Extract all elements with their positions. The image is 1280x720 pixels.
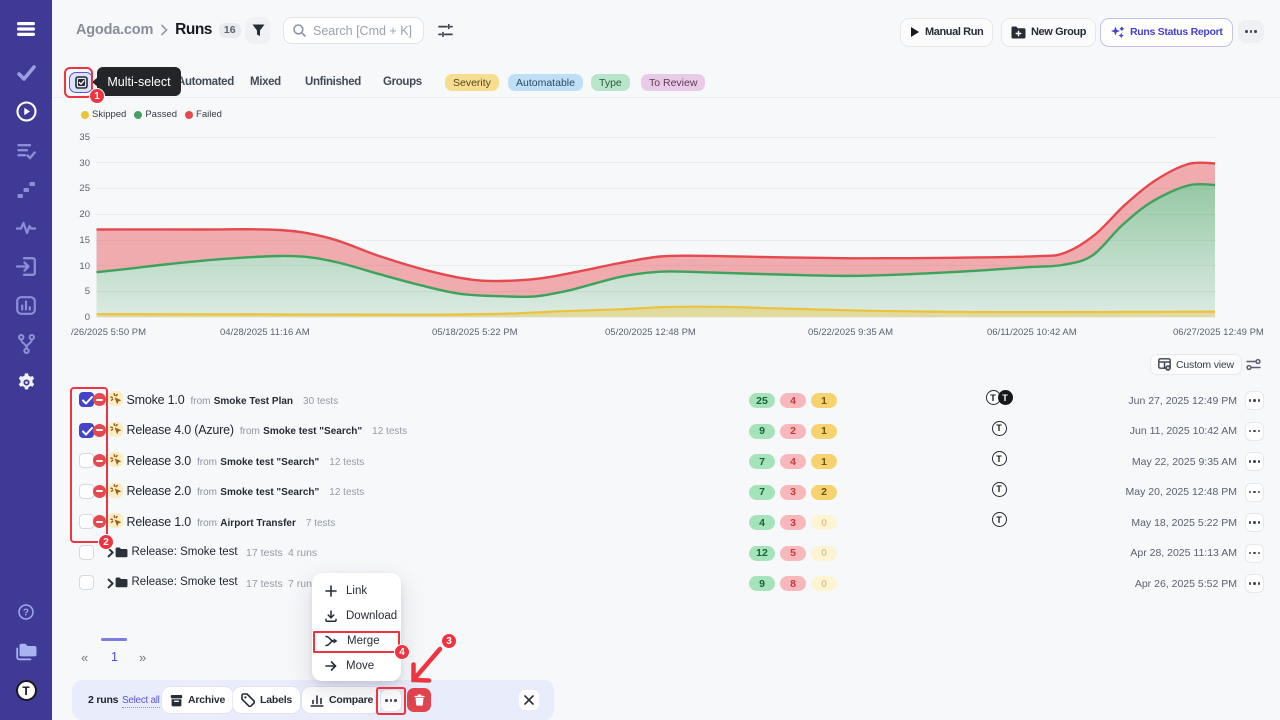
- svg-text:?: ?: [23, 608, 29, 619]
